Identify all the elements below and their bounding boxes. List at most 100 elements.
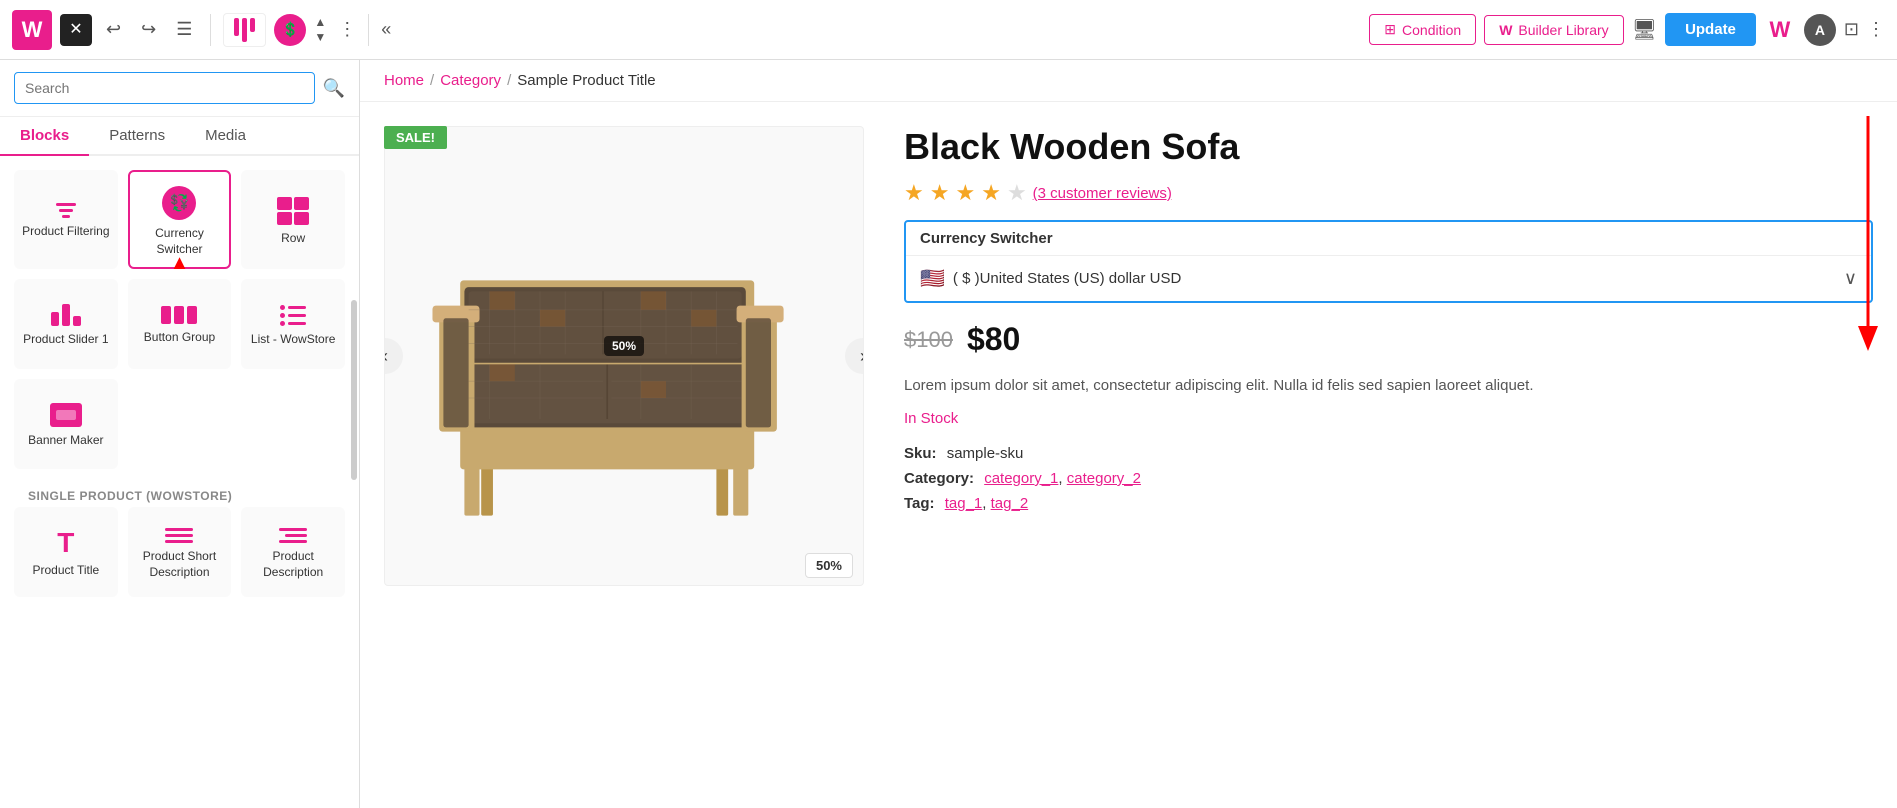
collapse-panel-button[interactable]: « [381, 19, 391, 40]
sale-badge: SALE! [384, 126, 447, 149]
topbar: W ✕ ↩ ↪ ☰ 💲 ▲ ▼ ⋮ « ⊞ Condition W Builde… [0, 0, 1897, 60]
condition-label: Condition [1402, 22, 1461, 38]
block-row-label: Row [281, 231, 305, 247]
block-row[interactable]: Row [241, 170, 345, 269]
block-product-description[interactable]: Product Description [241, 507, 345, 597]
star-5: ★ [1007, 180, 1027, 206]
breadcrumb: Home / Category / Sample Product Title [360, 60, 1897, 102]
tag-label: Tag: [904, 495, 935, 512]
block-product-short-desc-label: Product Short Description [135, 549, 225, 580]
row-icon [277, 197, 309, 225]
block-list-wowstore[interactable]: List - WowStore [241, 279, 345, 369]
price-row: $100 $80 [904, 321, 1873, 358]
widget-icon-group[interactable] [223, 13, 266, 47]
product-title-icon: T [57, 529, 74, 557]
more-options-button[interactable]: ⋮ [338, 19, 356, 40]
product-rating: ★ ★ ★ ★ ★ (3 customer reviews) [904, 180, 1873, 206]
builder-logo-icon: W [1499, 22, 1512, 38]
short-desc-icon [165, 528, 193, 543]
history-button[interactable]: ☰ [170, 15, 198, 44]
breadcrumb-sep2: / [507, 72, 511, 89]
collapse-arrows[interactable]: ▲ ▼ [314, 15, 326, 44]
new-price: $80 [967, 321, 1020, 358]
block-list-wowstore-label: List - WowStore [251, 332, 335, 348]
breadcrumb-current: Sample Product Title [517, 72, 655, 89]
redo-button[interactable]: ↪ [135, 15, 162, 44]
bar1 [234, 18, 239, 36]
product-desc-icon [279, 528, 307, 543]
breadcrumb-category[interactable]: Category [440, 72, 501, 89]
block-product-filtering-label: Product Filtering [22, 224, 109, 240]
builder-library-button[interactable]: W Builder Library [1484, 15, 1623, 45]
condition-button[interactable]: ⊞ Condition [1369, 14, 1476, 45]
update-button[interactable]: Update [1665, 13, 1756, 46]
breadcrumb-sep1: / [430, 72, 434, 89]
slider-icon [51, 304, 81, 326]
currency-option-text: ( $ )United States (US) dollar USD [953, 270, 1181, 287]
user-avatar[interactable]: A [1804, 14, 1836, 46]
wowstore-logo: W [12, 10, 52, 50]
sku-value: sample-sku [947, 445, 1024, 462]
single-product-row: T Product Title Product Short Descriptio… [14, 507, 345, 597]
blocks-row-3: Banner Maker [14, 379, 345, 469]
main-area: 🔍 Blocks Patterns Media [0, 60, 1897, 808]
product-title: Black Wooden Sofa [904, 126, 1873, 168]
tab-media[interactable]: Media [185, 117, 266, 156]
builder-library-label: Builder Library [1518, 22, 1608, 38]
image-next-button[interactable]: › [845, 338, 864, 374]
currency-switcher-title: Currency Switcher [906, 222, 1871, 256]
old-price: $100 [904, 327, 953, 353]
image-prev-button[interactable]: ‹ [384, 338, 403, 374]
block-product-short-desc[interactable]: Product Short Description [128, 507, 232, 597]
sku-label: Sku: [904, 445, 937, 462]
block-currency-switcher[interactable]: 💱 Currency Switcher ▲ [128, 170, 232, 269]
scrollbar[interactable] [351, 300, 357, 480]
block-banner-maker[interactable]: Banner Maker [14, 379, 118, 469]
tab-blocks[interactable]: Blocks [0, 117, 89, 156]
separator [210, 14, 211, 46]
search-input[interactable] [14, 72, 315, 104]
breadcrumb-home[interactable]: Home [384, 72, 424, 89]
block-product-title[interactable]: T Product Title [14, 507, 118, 597]
search-button[interactable]: 🔍 [323, 78, 345, 99]
blocks-row-2: Product Slider 1 Button Group [14, 279, 345, 369]
search-bar: 🔍 [0, 60, 359, 117]
close-button[interactable]: ✕ [60, 14, 92, 46]
undo-button[interactable]: ↩ [100, 15, 127, 44]
star-3: ★ [955, 180, 975, 206]
wowstore-logo-2: W [1764, 14, 1796, 46]
category-row: Category: category_1, category_2 [904, 470, 1873, 487]
block-product-filtering[interactable]: Product Filtering [14, 170, 118, 269]
block-button-group[interactable]: Button Group [128, 279, 232, 369]
category-2-link[interactable]: category_2 [1067, 470, 1141, 487]
section-label-single-product: SINGLE PRODUCT (WOWSTORE) [14, 479, 345, 507]
extra-options-button[interactable]: ⋮ [1867, 19, 1885, 40]
discount-badge: 50% [805, 557, 853, 575]
currency-switcher-box: Currency Switcher 🇺🇸 ( $ )United States … [904, 220, 1873, 303]
stock-status: In Stock [904, 410, 1873, 427]
product-image-area: SALE! ⤢ [384, 126, 864, 784]
currency-dropdown[interactable]: 🇺🇸 ( $ )United States (US) dollar USD ∨ [906, 256, 1871, 301]
tag-values: tag_1, tag_2 [945, 495, 1028, 512]
category-label: Category: [904, 470, 974, 487]
chevron-down-icon: ∨ [1844, 268, 1857, 289]
tag-1-link[interactable]: tag_1 [945, 495, 983, 512]
filter-icon [56, 203, 76, 218]
category-1-link[interactable]: category_1 [984, 470, 1058, 487]
tag-row: Tag: tag_1, tag_2 [904, 495, 1873, 512]
reviews-link[interactable]: (3 customer reviews) [1033, 185, 1172, 202]
block-product-description-label: Product Description [248, 549, 338, 580]
block-banner-maker-label: Banner Maker [28, 433, 103, 449]
split-view-button[interactable]: ⊡ [1844, 19, 1859, 40]
block-product-title-label: Product Title [32, 563, 99, 579]
product-page: SALE! ⤢ [360, 102, 1897, 808]
preview-button[interactable]: 🖥 [1632, 17, 1657, 42]
coin-icon[interactable]: 💲 [274, 14, 306, 46]
category-values: category_1, category_2 [984, 470, 1141, 487]
tag-2-link[interactable]: tag_2 [991, 495, 1029, 512]
block-product-slider[interactable]: Product Slider 1 [14, 279, 118, 369]
button-group-icon [161, 306, 197, 324]
currency-icon: 💱 [162, 186, 196, 220]
tab-patterns[interactable]: Patterns [89, 117, 185, 156]
blocks-grid: Product Filtering 💱 Currency Switcher ▲ [0, 156, 359, 808]
